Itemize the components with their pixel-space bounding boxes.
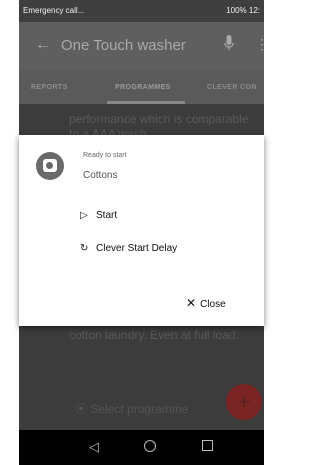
more-options-icon[interactable]: ⋮ bbox=[255, 36, 264, 53]
ready-to-start-dialog: Ready to start Cottons ▷ Start ↻ Clever … bbox=[19, 135, 264, 326]
close-label: Close bbox=[200, 299, 226, 310]
status-battery-time: 100% 12: bbox=[226, 6, 260, 15]
clever-start-delay-button[interactable]: ↻ Clever Start Delay bbox=[80, 243, 177, 254]
tab-programmes[interactable]: PROGRAMMES bbox=[115, 84, 171, 91]
select-programme-label: Select programme bbox=[90, 402, 189, 416]
nav-recents-icon[interactable] bbox=[202, 440, 213, 451]
android-nav-bar: ◁ bbox=[19, 430, 264, 465]
nav-home-icon[interactable] bbox=[144, 440, 156, 452]
clever-start-delay-label: Clever Start Delay bbox=[96, 243, 178, 254]
app-bar: ← One Touch washer ⋮ bbox=[19, 22, 264, 70]
close-icon: ✕ bbox=[186, 296, 197, 310]
dialog-status: Ready to start bbox=[83, 152, 127, 159]
tab-clever-con[interactable]: CLEVER CON bbox=[207, 84, 257, 91]
tab-bar: REPORTS PROGRAMMES CLEVER CON bbox=[19, 70, 264, 104]
washer-icon bbox=[36, 152, 64, 180]
refresh-clock-icon: ↻ bbox=[80, 243, 89, 254]
add-fab-button[interactable]: + bbox=[226, 384, 262, 420]
tab-reports[interactable]: REPORTS bbox=[31, 84, 68, 91]
nav-back-icon[interactable]: ◁ bbox=[89, 439, 99, 455]
programme-description-bottom: cotton laundry. Even at full load. bbox=[69, 328, 239, 342]
microphone-icon[interactable] bbox=[224, 35, 234, 51]
app-title: One Touch washer bbox=[61, 37, 186, 54]
close-button[interactable]: ✕ Close bbox=[186, 296, 226, 310]
status-carrier: Emergency call... bbox=[23, 6, 85, 15]
radio-icon: ⦿ bbox=[75, 402, 91, 416]
start-label: Start bbox=[96, 210, 118, 221]
play-circle-icon: ▷ bbox=[80, 210, 88, 221]
status-bar: Emergency call... 100% 12: bbox=[19, 0, 264, 22]
select-programme-option[interactable]: ⦿ Select programme bbox=[75, 400, 188, 417]
back-arrow-icon[interactable]: ← bbox=[35, 36, 51, 54]
dialog-programme: Cottons bbox=[83, 170, 118, 181]
start-button[interactable]: ▷ Start bbox=[80, 210, 117, 221]
